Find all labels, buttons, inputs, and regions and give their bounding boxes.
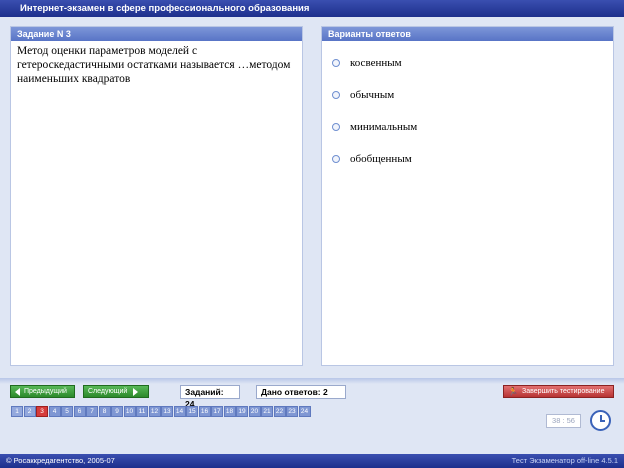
page-button-3[interactable]: 3 — [36, 406, 48, 417]
page-button-1[interactable]: 1 — [11, 406, 23, 417]
answer-option-4[interactable]: обобщенным — [332, 152, 412, 166]
question-header: Задание N 3 — [11, 27, 302, 41]
page-button-12[interactable]: 12 — [148, 406, 161, 417]
answered-count: Дано ответов: 2 — [256, 385, 346, 399]
answer-label: минимальным — [350, 121, 418, 133]
copyright: © Росаккредагентство, 2005-07 — [6, 456, 115, 465]
page-button-24[interactable]: 24 — [298, 406, 311, 417]
version: Тест Экзаменатор off-line 4.5.1 — [511, 456, 618, 465]
page-button-16[interactable]: 16 — [198, 406, 211, 417]
question-text: Метод оценки параметров моделей с гетеро… — [17, 45, 291, 85]
answer-option-2[interactable]: обычным — [332, 88, 394, 102]
answers-header: Варианты ответов — [322, 27, 613, 41]
answer-option-3[interactable]: минимальным — [332, 120, 417, 134]
page-button-19[interactable]: 19 — [236, 406, 248, 417]
page-button-18[interactable]: 18 — [223, 406, 236, 417]
question-panel: Задание N 3 Метод оценки параметров моде… — [10, 26, 303, 366]
finish-test-button[interactable]: 🏃 Завершить тестирование — [503, 385, 614, 398]
page-button-9[interactable]: 9 — [111, 406, 123, 417]
page-button-7[interactable]: 7 — [86, 406, 98, 417]
page-button-5[interactable]: 5 — [61, 406, 73, 417]
next-button[interactable]: Следующий — [83, 385, 149, 398]
radio-button[interactable] — [332, 59, 340, 67]
page-button-14[interactable]: 14 — [173, 406, 186, 417]
arrow-right-icon — [133, 387, 139, 396]
page-button-21[interactable]: 21 — [261, 406, 273, 417]
answer-option-1[interactable]: косвенным — [332, 56, 402, 70]
clock-icon — [590, 410, 611, 431]
page-button-23[interactable]: 23 — [286, 406, 298, 417]
answer-label: обычным — [350, 89, 395, 101]
page-button-2[interactable]: 2 — [23, 406, 36, 417]
page-button-11[interactable]: 11 — [136, 406, 148, 417]
running-man-icon: 🏃 — [508, 387, 518, 396]
page-button-10[interactable]: 10 — [123, 406, 136, 417]
radio-button[interactable] — [332, 123, 340, 131]
radio-button[interactable] — [332, 155, 340, 163]
window-title: Интернет-экзамен в сфере профессионально… — [0, 0, 624, 17]
page-button-6[interactable]: 6 — [73, 406, 86, 417]
page-button-15[interactable]: 15 — [186, 406, 198, 417]
separator — [0, 378, 624, 384]
prev-button[interactable]: Предыдущий — [10, 385, 75, 398]
arrow-left-icon — [15, 387, 20, 396]
answers-panel: Варианты ответов косвенным обычным миним… — [321, 26, 614, 366]
page-button-4[interactable]: 4 — [48, 406, 61, 417]
page-button-20[interactable]: 20 — [248, 406, 261, 417]
answer-label: обобщенным — [350, 153, 412, 165]
answer-label: косвенным — [350, 57, 402, 69]
page-button-17[interactable]: 17 — [211, 406, 223, 417]
radio-button[interactable] — [332, 91, 340, 99]
page-button-13[interactable]: 13 — [161, 406, 173, 417]
timer: 38 : 56 — [546, 414, 581, 428]
footer: © Росаккредагентство, 2005-07 Тест Экзам… — [0, 454, 624, 468]
tasks-count: Заданий: 24 — [180, 385, 240, 409]
page-button-8[interactable]: 8 — [98, 406, 111, 417]
page-button-22[interactable]: 22 — [273, 406, 286, 417]
question-pager: 1 2 3 4 5 6 7 8 9 10 11 12 13 14 15 16 17 18 19 20 21 22 23 24 — [11, 406, 311, 417]
